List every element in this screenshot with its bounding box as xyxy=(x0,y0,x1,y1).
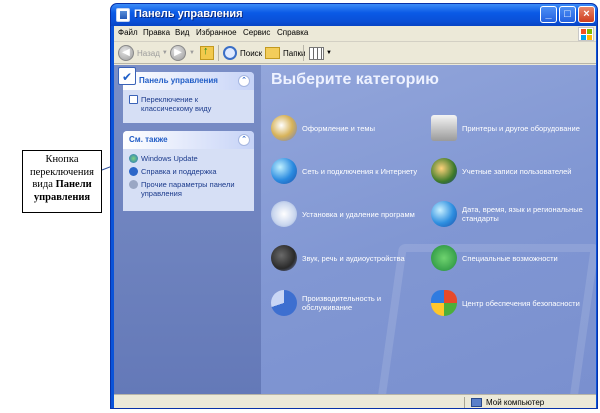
forward-button[interactable]: ▶ ▼ xyxy=(170,44,195,62)
classic-view-icon xyxy=(129,95,138,104)
switch-link-label: Переключение к классическому виду xyxy=(141,95,212,113)
status-separator xyxy=(464,397,465,408)
client-area: Файл Правка Вид Избранное Сервис Справка… xyxy=(114,26,596,408)
help-icon xyxy=(129,167,138,176)
menubar: Файл Правка Вид Избранное Сервис Справка xyxy=(114,26,596,42)
category-performance[interactable]: Производительность и обслуживание xyxy=(271,290,426,316)
windows-update-icon xyxy=(129,154,138,163)
panel-title: См. также xyxy=(129,135,168,144)
status-text: Мой компьютер xyxy=(486,398,545,407)
search-icon xyxy=(223,46,237,60)
category-security-center[interactable]: Центр обеспечения безопасности xyxy=(431,290,591,316)
category-appearance-themes[interactable]: Оформление и темы xyxy=(271,115,421,141)
maximize-button[interactable]: □ xyxy=(559,6,576,23)
control-panel-icon xyxy=(116,8,130,22)
panel-title: Панель управления xyxy=(139,76,218,85)
collapse-chevron-icon[interactable]: ⌃ xyxy=(238,134,250,146)
category-add-remove-programs[interactable]: Установка и удаление программ xyxy=(271,201,426,227)
globe-clock-icon xyxy=(431,201,457,227)
sidebar: Панель управления ⌃ Переключение к класс… xyxy=(114,65,261,394)
control-panel-badge-icon xyxy=(118,67,136,86)
cd-icon xyxy=(271,201,297,227)
views-button[interactable]: ▼ xyxy=(309,44,332,62)
up-folder-icon xyxy=(200,45,214,60)
link-label: Windows Update xyxy=(141,154,198,163)
link-label: Прочие параметры панели управления xyxy=(141,180,235,198)
window-title: Панель управления xyxy=(134,8,243,20)
toolbar-separator xyxy=(303,45,304,61)
panel-header-control-panel[interactable]: Панель управления ⌃ xyxy=(118,67,254,90)
link-label: Справка и поддержка xyxy=(141,167,217,176)
switch-to-classic-view-link[interactable]: Переключение к классическому виду xyxy=(129,95,248,113)
callout-box: Кнопка переключения вида Панели управлен… xyxy=(22,150,102,213)
help-support-link[interactable]: Справка и поддержка xyxy=(129,167,248,176)
options-icon xyxy=(129,180,138,189)
statusbar: Мой компьютер xyxy=(114,394,596,408)
my-computer-icon xyxy=(471,398,482,407)
menu-help[interactable]: Справка xyxy=(277,28,308,37)
menu-edit[interactable]: Правка xyxy=(143,28,170,37)
panel-header-see-also[interactable]: См. также ⌃ xyxy=(123,131,254,149)
close-button[interactable]: × xyxy=(578,6,595,23)
search-label: Поиск xyxy=(240,48,263,58)
collapse-chevron-icon[interactable]: ⌃ xyxy=(238,75,250,87)
category-date-time-language[interactable]: Дата, время, язык и региональные стандар… xyxy=(431,201,591,227)
category-accessibility[interactable]: Специальные возможности xyxy=(431,245,591,271)
folders-button[interactable]: Папки xyxy=(265,44,306,62)
folder-icon xyxy=(265,47,280,59)
menu-file[interactable]: Файл xyxy=(118,28,138,37)
search-button[interactable]: Поиск xyxy=(223,44,262,62)
category-printers[interactable]: Принтеры и другое оборудование xyxy=(431,115,591,141)
category-view: Выберите категорию Оформление и темы При… xyxy=(261,65,596,394)
accessibility-icon xyxy=(431,245,457,271)
back-button[interactable]: ◀ Назад ▼ xyxy=(118,44,168,62)
back-arrow-icon: ◀ xyxy=(118,45,134,61)
menu-tools[interactable]: Сервис xyxy=(243,28,270,37)
titlebar[interactable]: Панель управления _ □ × xyxy=(111,4,597,26)
users-icon xyxy=(431,158,457,184)
page: Кнопка переключения вида Панели управлен… xyxy=(0,0,600,413)
toolbar: ◀ Назад ▼ ▶ ▼ Поиск Папки xyxy=(114,42,596,64)
forward-arrow-icon: ▶ xyxy=(170,45,186,61)
printer-icon xyxy=(431,115,457,141)
minimize-button[interactable]: _ xyxy=(540,6,557,23)
speaker-icon xyxy=(271,245,297,271)
performance-chart-icon xyxy=(271,290,297,316)
see-also-panel: См. также ⌃ Windows Update Справка и под… xyxy=(123,131,254,211)
page-title: Выберите категорию xyxy=(271,71,439,88)
views-icon xyxy=(309,46,324,60)
windows-logo-icon xyxy=(578,27,594,41)
globe-icon xyxy=(271,158,297,184)
control-panel-task-panel: Панель управления ⌃ Переключение к класс… xyxy=(118,67,254,123)
control-panel-window: Панель управления _ □ × Файл Правка Вид … xyxy=(110,3,598,409)
category-user-accounts[interactable]: Учетные записи пользователей xyxy=(431,158,591,184)
windows-update-link[interactable]: Windows Update xyxy=(129,154,248,163)
toolbar-separator xyxy=(218,45,219,61)
up-button[interactable] xyxy=(200,44,214,62)
other-options-link[interactable]: Прочие параметры панели управления xyxy=(129,180,248,198)
shield-icon xyxy=(431,290,457,316)
menu-favorites[interactable]: Избранное xyxy=(196,28,237,37)
back-label: Назад xyxy=(137,48,160,58)
category-network[interactable]: Сеть и подключения к Интернету xyxy=(271,158,421,184)
category-sound-audio[interactable]: Звук, речь и аудиоустройства xyxy=(271,245,421,271)
menu-view[interactable]: Вид xyxy=(175,28,189,37)
appearance-icon xyxy=(271,115,297,141)
